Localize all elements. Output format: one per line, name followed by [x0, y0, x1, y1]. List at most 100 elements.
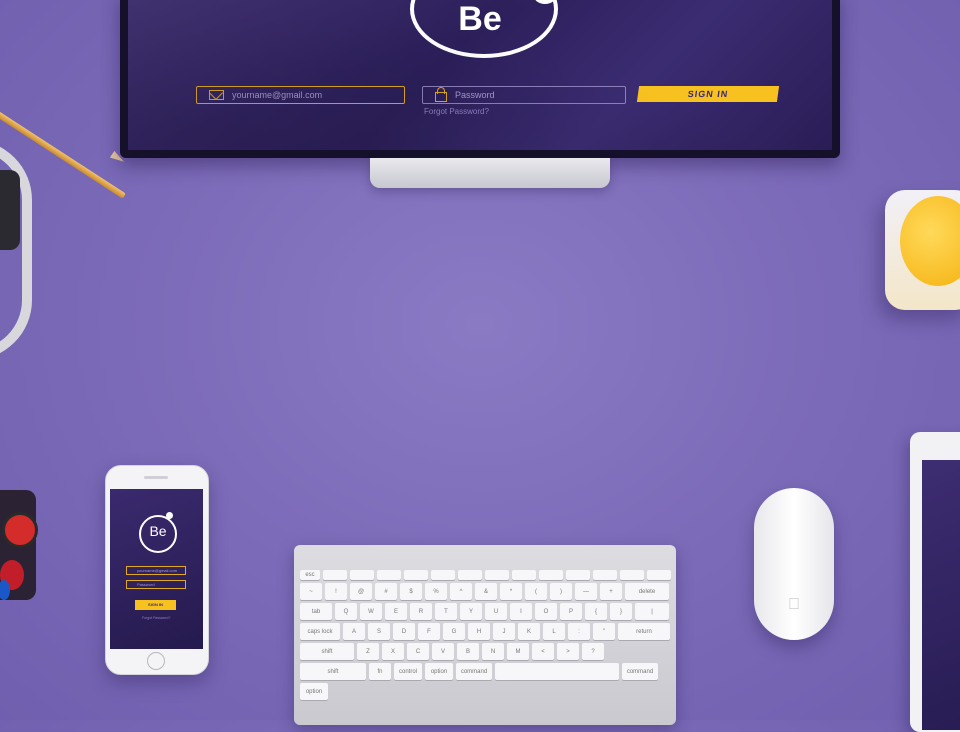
key[interactable]: W: [360, 603, 382, 620]
key[interactable]: P: [560, 603, 582, 620]
key[interactable]: S: [368, 623, 390, 640]
key[interactable]: <: [532, 643, 554, 660]
key[interactable]: [647, 570, 671, 580]
key[interactable]: Y: [460, 603, 482, 620]
key[interactable]: [593, 570, 617, 580]
key[interactable]: R: [410, 603, 432, 620]
key[interactable]: shift: [300, 643, 354, 660]
key[interactable]: option: [425, 663, 453, 680]
key[interactable]: H: [468, 623, 490, 640]
key[interactable]: (: [525, 583, 547, 600]
key[interactable]: E: [385, 603, 407, 620]
phone-password-field[interactable]: Password: [126, 580, 186, 589]
password-field[interactable]: Password: [422, 86, 626, 104]
key[interactable]: [431, 570, 455, 580]
logo-text: Be: [458, 0, 502, 38]
key[interactable]: [566, 570, 590, 580]
key[interactable]: tab: [300, 603, 332, 620]
key[interactable]: control: [394, 663, 422, 680]
apple-logo-icon: : [788, 596, 800, 614]
phone-home-button[interactable]: [147, 652, 165, 670]
signin-button[interactable]: SIGN IN: [636, 86, 780, 102]
key[interactable]: G: [443, 623, 465, 640]
key[interactable]: >: [557, 643, 579, 660]
key[interactable]: L: [543, 623, 565, 640]
key[interactable]: ": [593, 623, 615, 640]
tablet-screen: [922, 460, 960, 730]
key[interactable]: U: [485, 603, 507, 620]
phone-forgot-link[interactable]: Forgot Password?: [142, 616, 170, 620]
lock-icon: [435, 87, 447, 102]
key[interactable]: [485, 570, 509, 580]
key[interactable]: {: [585, 603, 607, 620]
marker-red: [2, 512, 38, 548]
key[interactable]: X: [382, 643, 404, 660]
key[interactable]: delete: [625, 583, 669, 600]
key[interactable]: T: [435, 603, 457, 620]
key[interactable]: [350, 570, 374, 580]
email-field[interactable]: yourname@gmail.com: [196, 86, 405, 104]
key[interactable]: ~: [300, 583, 322, 600]
key[interactable]: &: [475, 583, 497, 600]
key[interactable]: [512, 570, 536, 580]
key[interactable]: [539, 570, 563, 580]
phone-logo-text: Be: [149, 523, 167, 539]
headphone-earcup: [0, 170, 20, 250]
mouse[interactable]: [754, 488, 834, 640]
forgot-password-link[interactable]: Forgot Password?: [424, 107, 489, 116]
key[interactable]: caps lock: [300, 623, 340, 640]
key[interactable]: B: [457, 643, 479, 660]
key[interactable]: shift: [300, 663, 366, 680]
key[interactable]: —: [575, 583, 597, 600]
key[interactable]: [377, 570, 401, 580]
key[interactable]: [620, 570, 644, 580]
key[interactable]: [404, 570, 428, 580]
key[interactable]: $: [400, 583, 422, 600]
key[interactable]: N: [482, 643, 504, 660]
key[interactable]: C: [407, 643, 429, 660]
key[interactable]: A: [343, 623, 365, 640]
password-placeholder: Password: [455, 90, 495, 100]
key[interactable]: %: [425, 583, 447, 600]
key[interactable]: +: [600, 583, 622, 600]
phone-signin-button[interactable]: SIGN IN: [135, 600, 176, 610]
key[interactable]: ?: [582, 643, 604, 660]
key[interactable]: O: [535, 603, 557, 620]
key[interactable]: *: [500, 583, 522, 600]
key[interactable]: ^: [450, 583, 472, 600]
key[interactable]: option: [300, 683, 328, 700]
key[interactable]: command: [622, 663, 658, 680]
key[interactable]: |: [635, 603, 669, 620]
key[interactable]: I: [510, 603, 532, 620]
key[interactable]: esc: [300, 570, 320, 580]
key[interactable]: @: [350, 583, 372, 600]
key[interactable]: }: [610, 603, 632, 620]
key[interactable]: M: [507, 643, 529, 660]
keyboard-keys: esc ~! @ # $% ^ & *() — + delete tab Q W E R T Y U I O P{} | ca…: [300, 570, 672, 700]
key[interactable]: command: [456, 663, 492, 680]
key[interactable]: V: [432, 643, 454, 660]
key[interactable]: !: [325, 583, 347, 600]
phone-email-field[interactable]: yourname@gmail.com: [126, 566, 186, 575]
key[interactable]: Z: [357, 643, 379, 660]
key[interactable]: fn: [369, 663, 391, 680]
logo-dot: [533, 0, 557, 4]
key[interactable]: [323, 570, 347, 580]
key[interactable]: :: [568, 623, 590, 640]
logo-ring: [410, 0, 558, 58]
key[interactable]: J: [493, 623, 515, 640]
key[interactable]: Q: [335, 603, 357, 620]
key[interactable]: ): [550, 583, 572, 600]
key[interactable]: D: [393, 623, 415, 640]
key[interactable]: #: [375, 583, 397, 600]
key[interactable]: K: [518, 623, 540, 640]
monitor-screen: Be yourname@gmail.com Password SIGN IN F…: [128, 0, 832, 150]
key[interactable]: F: [418, 623, 440, 640]
key[interactable]: [458, 570, 482, 580]
monitor-stand: [370, 158, 610, 188]
key[interactable]: return: [618, 623, 670, 640]
phone-speaker: [144, 476, 168, 479]
phone-logo-dot: [166, 512, 173, 519]
key[interactable]: [495, 663, 619, 680]
email-placeholder: yourname@gmail.com: [232, 90, 323, 100]
